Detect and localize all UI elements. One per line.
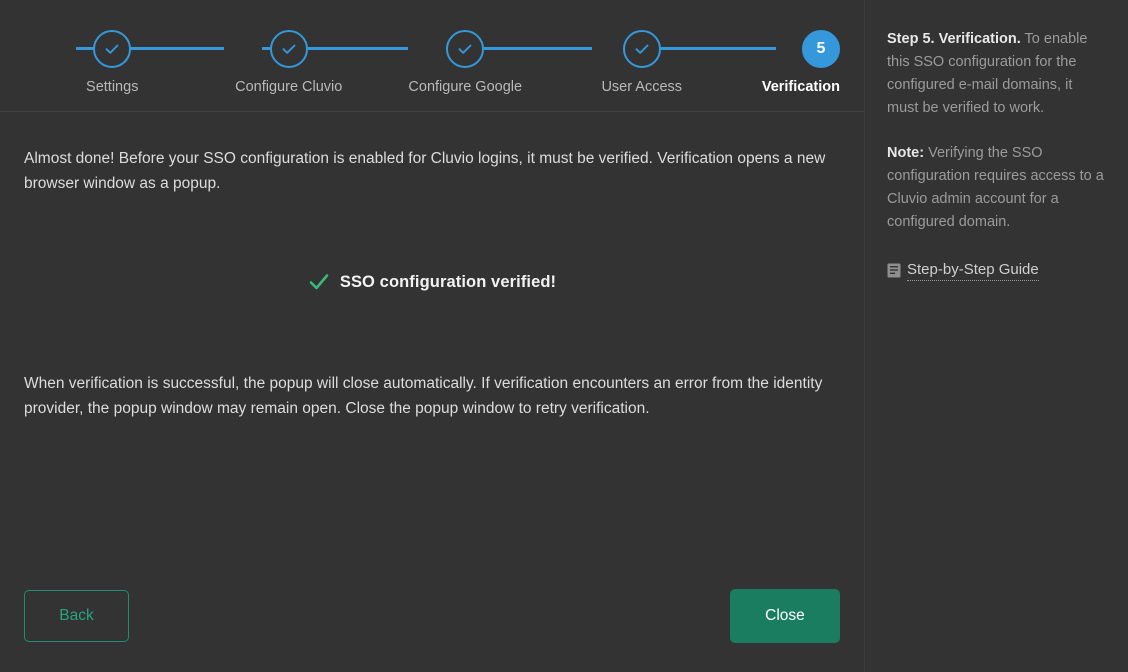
- step-circle-3[interactable]: [446, 30, 485, 68]
- help-step-title: Step 5. Verification.: [887, 31, 1021, 47]
- main-column: Settings Configure Cluvio Configure Goog…: [0, 0, 864, 672]
- check-icon: [309, 274, 329, 290]
- stepper-label-verification: Verification: [761, 79, 840, 95]
- check-icon: [635, 44, 649, 54]
- step-number-5: 5: [816, 40, 826, 57]
- dialog-footer: Back Close: [0, 560, 864, 672]
- step-circle-5[interactable]: 5: [802, 30, 840, 68]
- help-note: Note: Verifying the SSO configuration re…: [887, 142, 1106, 234]
- stepper-label-configure-cluvio: Configure Cluvio: [235, 79, 343, 95]
- check-icon: [458, 44, 472, 54]
- check-icon: [282, 44, 296, 54]
- help-note-title: Note:: [887, 145, 925, 161]
- book-icon: [887, 263, 901, 278]
- close-button[interactable]: Close: [730, 589, 840, 643]
- back-button[interactable]: Back: [24, 590, 129, 642]
- stepper-label-user-access: User Access: [601, 79, 683, 95]
- help-step-description: Step 5. Verification. To enable this SSO…: [887, 28, 1106, 120]
- stepper-label-configure-google: Configure Google: [408, 79, 523, 95]
- help-sidebar: Step 5. Verification. To enable this SSO…: [864, 0, 1128, 672]
- step-circle-4[interactable]: [622, 30, 661, 68]
- stepper-header: Settings Configure Cluvio Configure Goog…: [0, 0, 864, 112]
- sso-setup-dialog: Settings Configure Cluvio Configure Goog…: [0, 0, 1128, 672]
- intro-paragraph: Almost done! Before your SSO configurati…: [24, 150, 826, 192]
- verification-status: SSO configuration verified!: [0, 271, 864, 293]
- outro-paragraph: When verification is successful, the pop…: [24, 375, 823, 417]
- step-by-step-guide-link[interactable]: Step-by-Step Guide: [887, 260, 1039, 281]
- step-circle-2[interactable]: [269, 30, 308, 68]
- stepper-label-settings: Settings: [86, 79, 139, 95]
- step-circle-1[interactable]: [93, 30, 132, 68]
- verification-status-text: SSO configuration verified!: [339, 272, 557, 291]
- step-by-step-guide-label: Step-by-Step Guide: [907, 260, 1039, 281]
- stepper: Settings Configure Cluvio Configure Goog…: [0, 0, 864, 111]
- check-icon: [105, 44, 119, 54]
- main-body: Almost done! Before your SSO configurati…: [0, 112, 864, 672]
